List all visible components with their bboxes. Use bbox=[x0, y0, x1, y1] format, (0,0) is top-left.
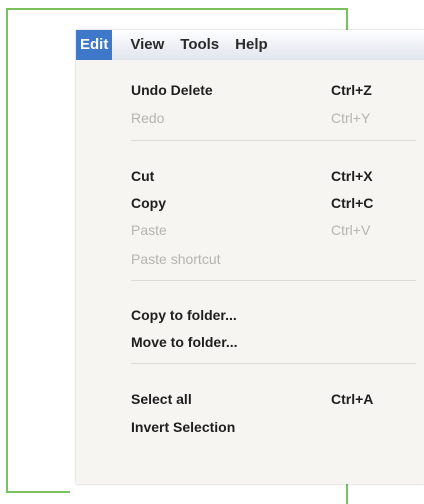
menu-separator bbox=[131, 280, 416, 281]
menu-item-paste: Paste Ctrl+V bbox=[131, 218, 401, 242]
shortcut-label: Ctrl+Y bbox=[331, 110, 371, 126]
frame-gap bbox=[70, 483, 350, 504]
edit-menu-dropdown: Undo Delete Ctrl+Z Redo Ctrl+Y Cut Ctrl+… bbox=[76, 60, 424, 484]
shortcut-label: Ctrl+V bbox=[331, 222, 371, 238]
menu-item-invert-selection[interactable]: Invert Selection bbox=[131, 415, 401, 439]
app-window: Edit View Tools Help Undo Delete Ctrl+Z … bbox=[76, 30, 424, 484]
menu-view[interactable]: View bbox=[122, 30, 172, 60]
menu-item-redo: Redo Ctrl+Y bbox=[131, 106, 401, 130]
shortcut-label: Ctrl+A bbox=[331, 391, 374, 407]
menu-item-move-to-folder[interactable]: Move to folder... bbox=[131, 330, 401, 354]
menu-item-label: Cut bbox=[131, 168, 155, 184]
menu-item-label: Copy bbox=[131, 195, 166, 211]
menu-separator bbox=[131, 363, 416, 364]
menu-item-label: Undo Delete bbox=[131, 82, 213, 98]
menu-item-copy-to-folder[interactable]: Copy to folder... bbox=[131, 303, 401, 327]
menu-item-label: Copy to folder... bbox=[131, 307, 237, 323]
shortcut-label: Ctrl+C bbox=[331, 195, 374, 211]
menu-item-select-all[interactable]: Select all Ctrl+A bbox=[131, 387, 401, 411]
menu-item-label: Redo bbox=[131, 110, 165, 126]
menu-item-cut[interactable]: Cut Ctrl+X bbox=[131, 164, 401, 188]
menu-tools[interactable]: Tools bbox=[172, 30, 227, 60]
menu-item-copy[interactable]: Copy Ctrl+C bbox=[131, 191, 401, 215]
menu-item-undo-delete[interactable]: Undo Delete Ctrl+Z bbox=[131, 78, 401, 102]
shortcut-label: Ctrl+Z bbox=[331, 82, 372, 98]
menu-item-label: Select all bbox=[131, 391, 192, 407]
menu-item-label: Paste bbox=[131, 222, 167, 238]
menu-bar: Edit View Tools Help bbox=[76, 30, 424, 61]
menu-separator bbox=[131, 140, 416, 141]
shortcut-label: Ctrl+X bbox=[331, 168, 373, 184]
menu-help[interactable]: Help bbox=[227, 30, 276, 60]
menu-item-label: Paste shortcut bbox=[131, 251, 221, 267]
menu-item-label: Invert Selection bbox=[131, 419, 236, 435]
menu-item-paste-shortcut: Paste shortcut bbox=[131, 247, 401, 271]
menu-item-label: Move to folder... bbox=[131, 334, 238, 350]
menu-edit[interactable]: Edit bbox=[76, 30, 113, 60]
